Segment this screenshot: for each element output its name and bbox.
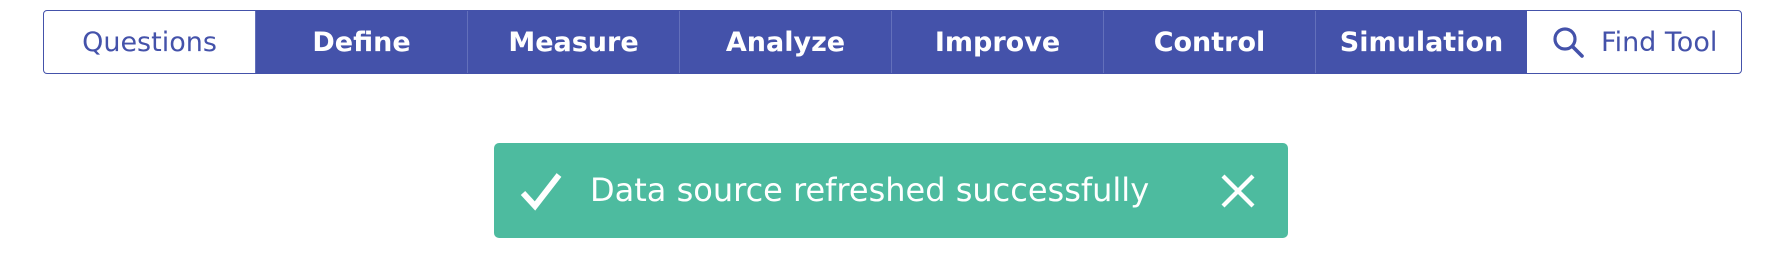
notification-message: Data source refreshed successfully: [590, 171, 1150, 209]
analyze-label: Analyze: [725, 26, 846, 58]
check-icon: [520, 171, 562, 215]
top-toolbar: Questions Define Measure Analyze Improve…: [43, 10, 1742, 74]
improve-button[interactable]: Improve: [891, 11, 1103, 73]
success-notification: Data source refreshed successfully: [494, 143, 1288, 238]
improve-label: Improve: [934, 26, 1061, 58]
search-icon: [1551, 25, 1585, 59]
define-label: Define: [312, 26, 411, 58]
control-label: Control: [1153, 26, 1266, 58]
analyze-button[interactable]: Analyze: [679, 11, 891, 73]
simulation-label: Simulation: [1339, 26, 1504, 58]
measure-button[interactable]: Measure: [467, 11, 679, 73]
close-icon[interactable]: [1220, 173, 1256, 213]
define-button[interactable]: Define: [255, 11, 467, 73]
questions-label: Questions: [82, 26, 217, 58]
control-button[interactable]: Control: [1103, 11, 1315, 73]
measure-label: Measure: [508, 26, 639, 58]
find-tool-label: Find Tool: [1601, 26, 1718, 58]
simulation-button[interactable]: Simulation: [1315, 11, 1527, 73]
find-tool-button[interactable]: Find Tool: [1527, 11, 1741, 73]
questions-button[interactable]: Questions: [44, 11, 255, 73]
